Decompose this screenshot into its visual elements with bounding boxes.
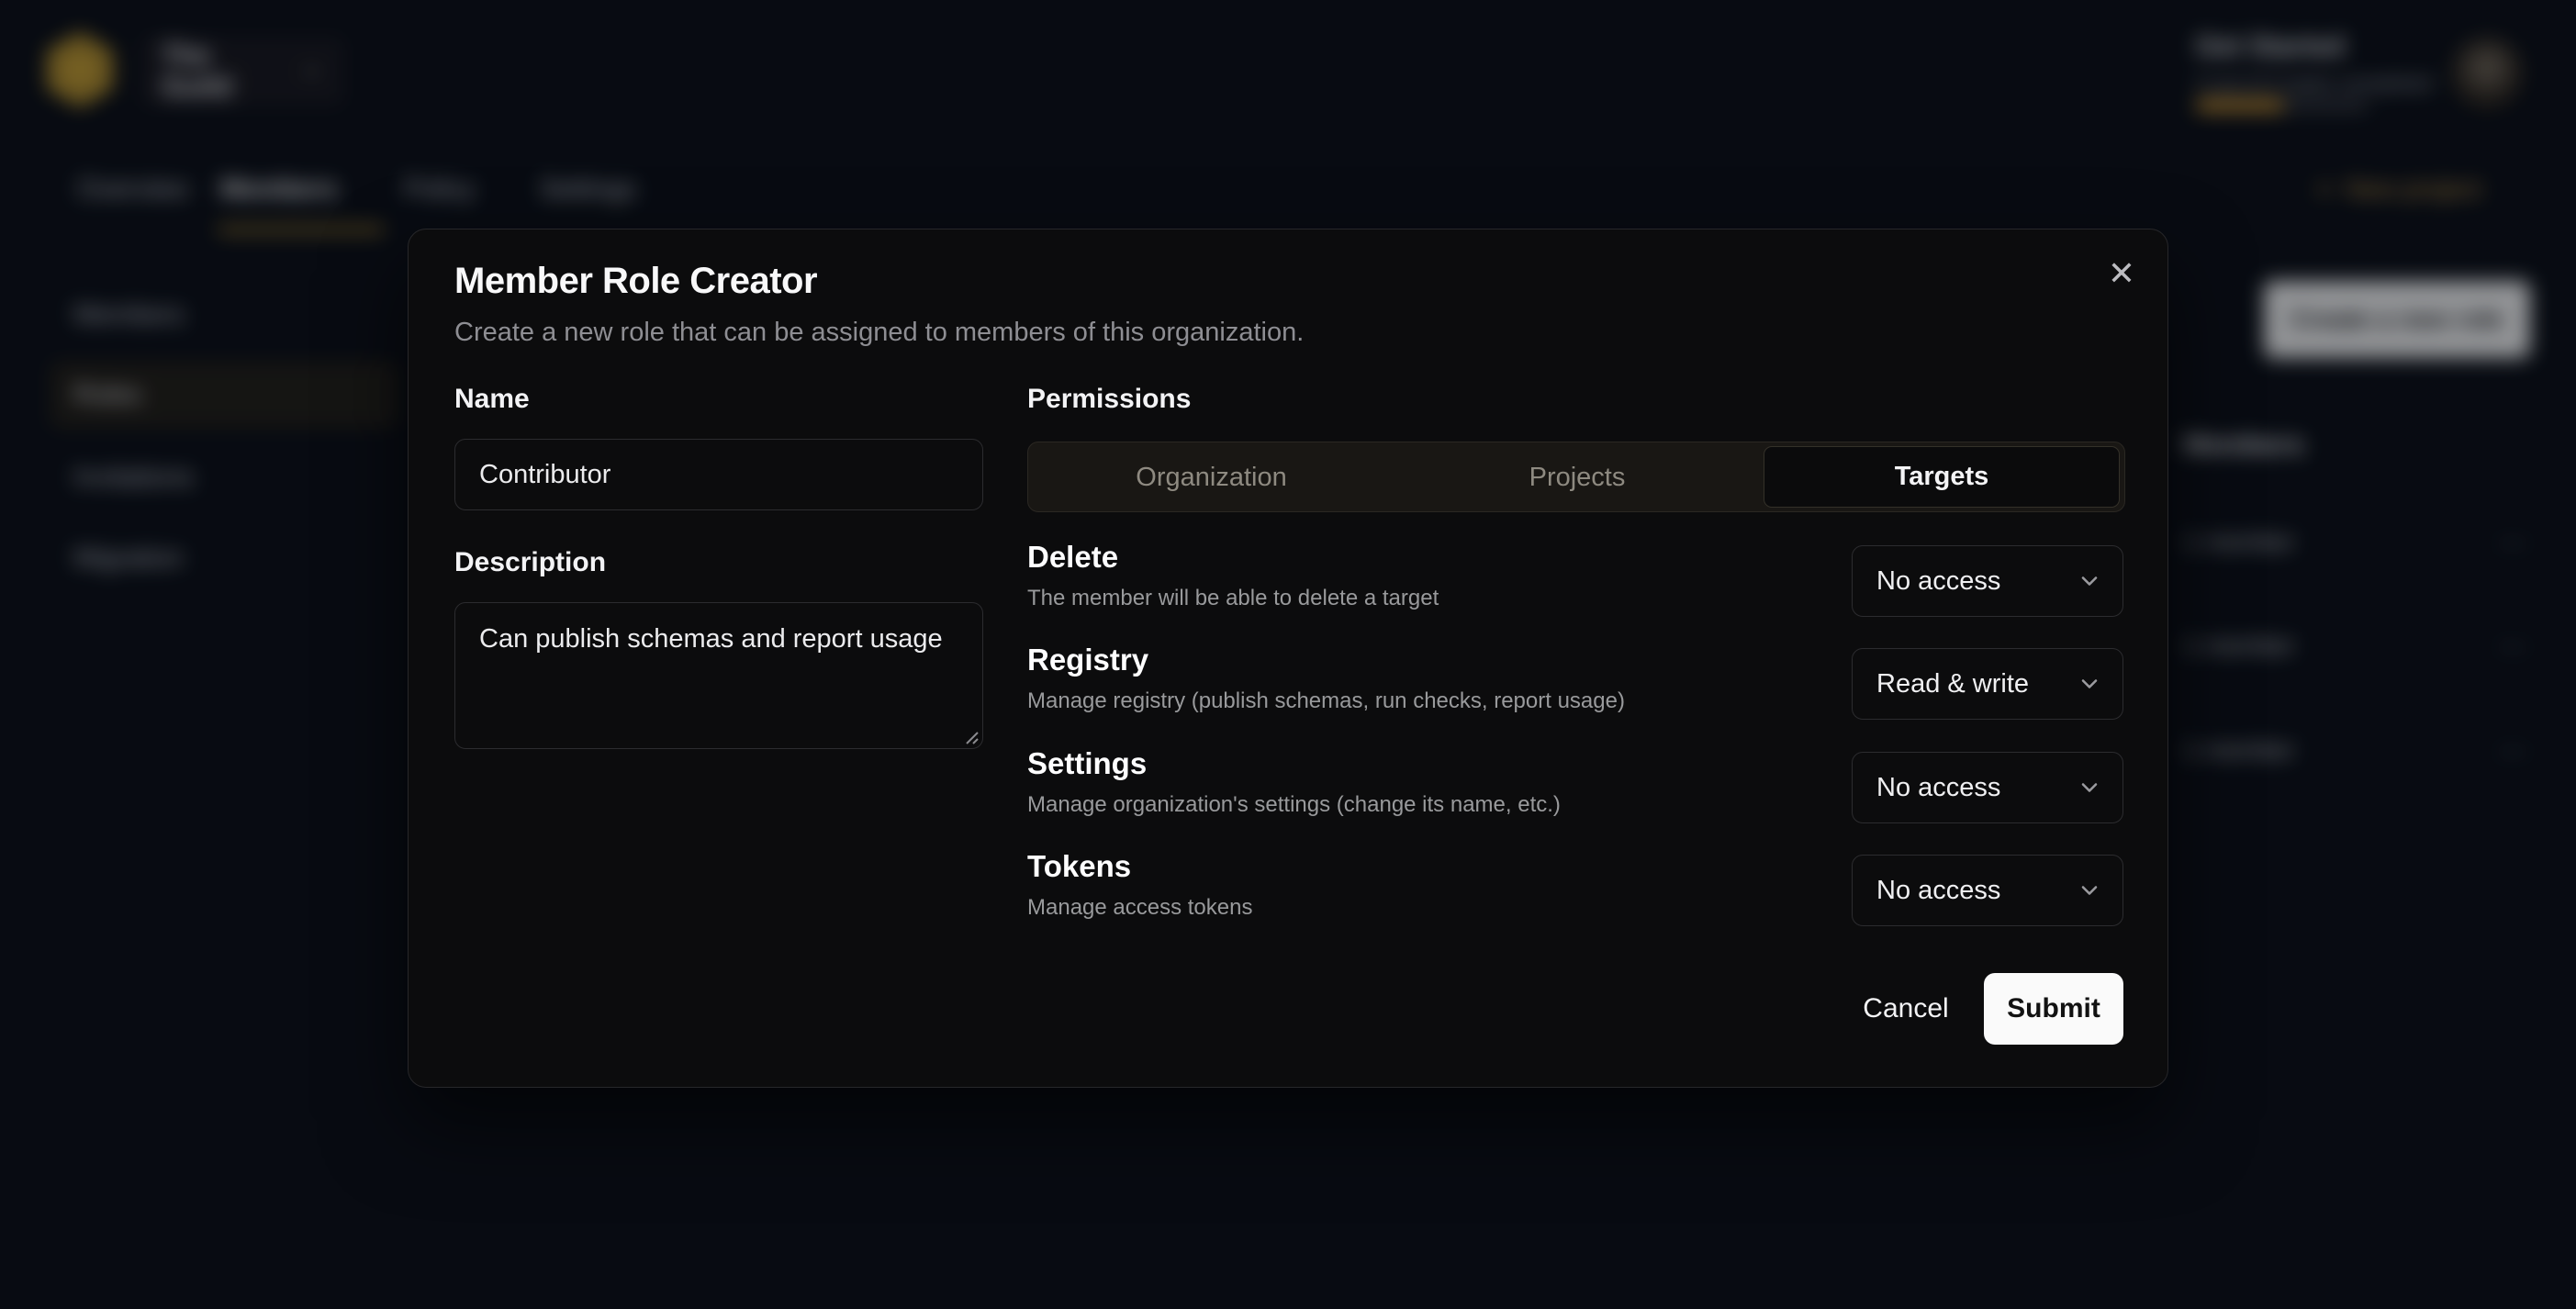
chevron-down-icon bbox=[2077, 878, 2102, 903]
permission-desc-tokens: Manage access tokens bbox=[1027, 895, 1252, 921]
resize-handle-icon[interactable] bbox=[959, 725, 980, 745]
permission-title-tokens: Tokens bbox=[1027, 849, 1131, 884]
permission-title-delete: Delete bbox=[1027, 540, 1118, 575]
permission-title-registry: Registry bbox=[1027, 643, 1148, 677]
permission-select-registry[interactable]: Read & write bbox=[1852, 648, 2123, 720]
cancel-button[interactable]: Cancel bbox=[1837, 975, 1975, 1043]
permission-desc-registry: Manage registry (publish schemas, run ch… bbox=[1027, 688, 1625, 714]
submit-button[interactable]: Submit bbox=[1984, 973, 2123, 1045]
permission-select-settings-value: No access bbox=[1876, 773, 2000, 803]
chevron-down-icon bbox=[2077, 671, 2102, 697]
permission-desc-settings: Manage organization's settings (change i… bbox=[1027, 792, 1561, 818]
tab-organization[interactable]: Organization bbox=[1028, 442, 1394, 513]
name-label: Name bbox=[454, 384, 530, 415]
dialog-subtitle: Create a new role that can be assigned t… bbox=[454, 318, 1304, 348]
permission-select-delete[interactable]: No access bbox=[1852, 545, 2123, 617]
app-root: The Guild Get Started 3 out of 5 tasks c… bbox=[0, 0, 2576, 1309]
close-icon[interactable]: ✕ bbox=[2096, 248, 2147, 299]
permission-select-settings[interactable]: No access bbox=[1852, 752, 2123, 823]
permission-select-tokens-value: No access bbox=[1876, 876, 2000, 906]
permission-select-tokens[interactable]: No access bbox=[1852, 855, 2123, 926]
name-input[interactable] bbox=[454, 439, 983, 510]
permissions-label: Permissions bbox=[1027, 384, 1191, 415]
permission-select-delete-value: No access bbox=[1876, 566, 2000, 597]
tab-projects[interactable]: Projects bbox=[1394, 442, 1760, 513]
permission-desc-delete: The member will be able to delete a targ… bbox=[1027, 586, 1439, 611]
description-textarea[interactable]: Can publish schemas and report usage bbox=[454, 602, 983, 749]
chevron-down-icon bbox=[2077, 568, 2102, 594]
tab-targets[interactable]: Targets bbox=[1764, 446, 2120, 508]
permissions-tablist: Organization Projects Targets bbox=[1027, 442, 2125, 512]
dialog-title: Member Role Creator bbox=[454, 261, 817, 302]
chevron-down-icon bbox=[2077, 775, 2102, 800]
permission-select-registry-value: Read & write bbox=[1876, 669, 2029, 699]
description-label: Description bbox=[454, 547, 606, 578]
member-role-creator-dialog: ✕ Member Role Creator Create a new role … bbox=[408, 229, 2168, 1088]
permission-title-settings: Settings bbox=[1027, 746, 1147, 781]
